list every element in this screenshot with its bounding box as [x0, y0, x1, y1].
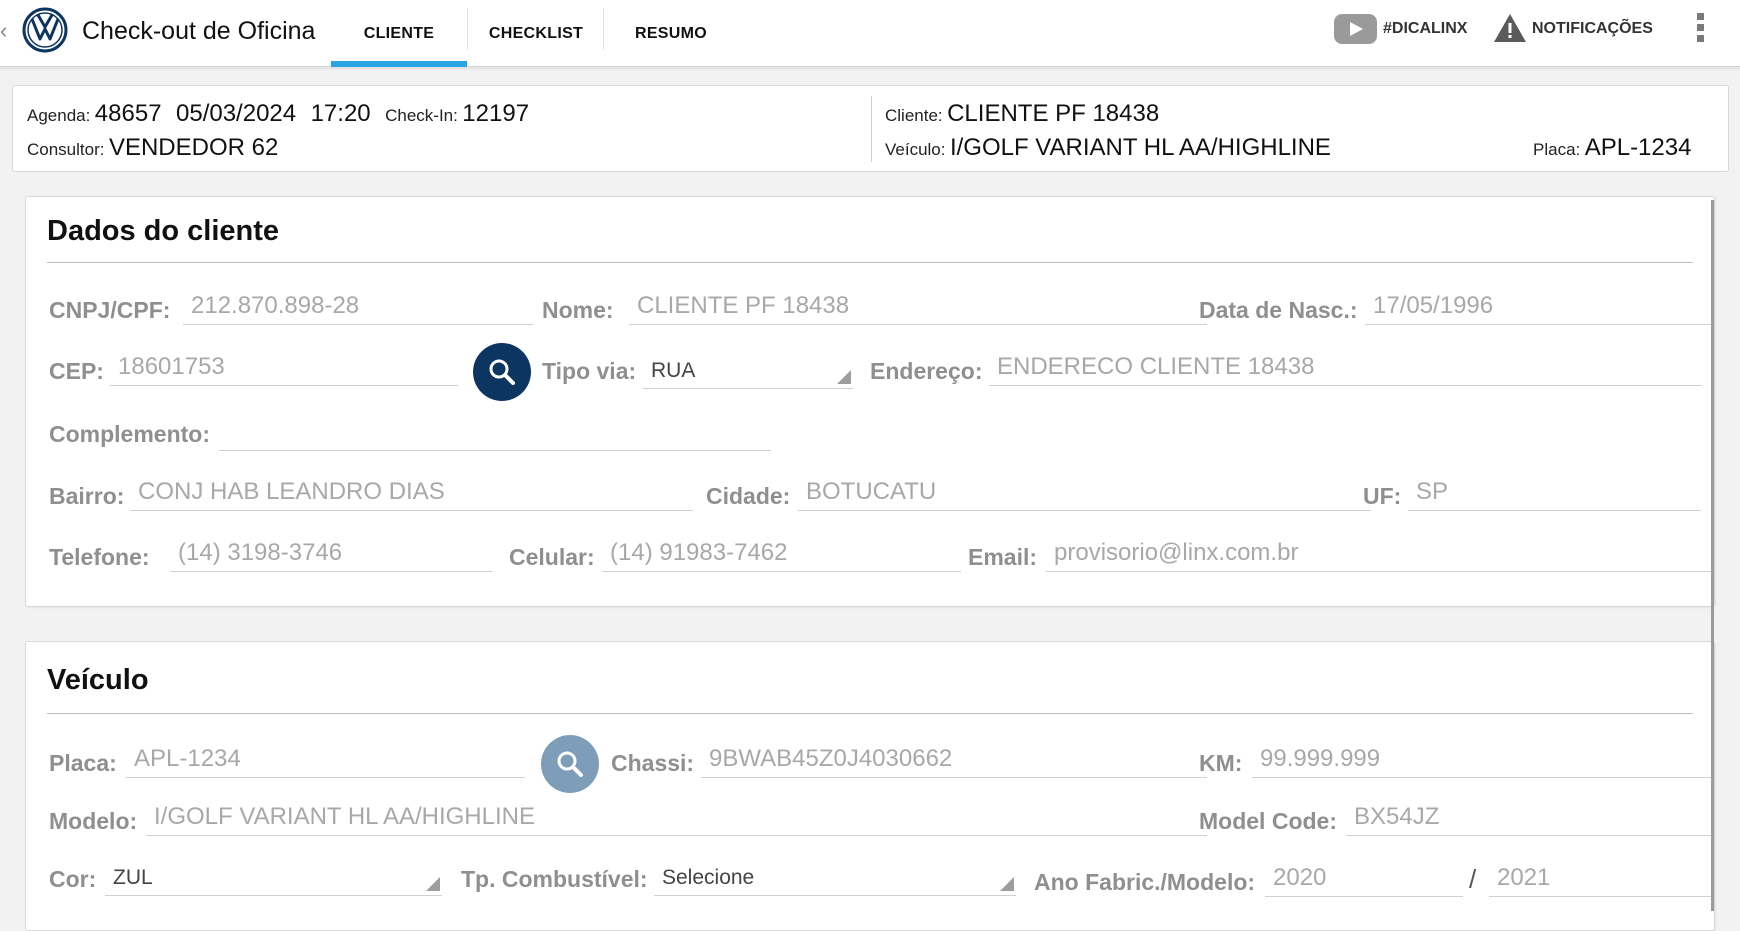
cep-search-button[interactable]	[473, 343, 531, 401]
service-summary: Agenda: 48657 05/03/2024 17:20 Check-In:…	[12, 85, 1729, 172]
cep-label: CEP:	[49, 358, 104, 384]
placa-search-button[interactable]	[541, 735, 599, 793]
cliente-line: Cliente: CLIENTE PF 18438	[885, 100, 1159, 128]
cliente-label: Cliente:	[885, 106, 943, 125]
ano-label: Ano Fabric./Modelo:	[1034, 869, 1256, 895]
cnpj-label: CNPJ/CPF:	[49, 297, 171, 323]
combustivel-label: Tp. Combustível:	[461, 866, 648, 892]
cliente-card: Dados do cliente CNPJ/CPF: 212.870.898-2…	[25, 196, 1715, 607]
uf-field[interactable]: SP	[1408, 475, 1701, 511]
search-icon	[489, 359, 515, 385]
app-title: Check-out de Oficina	[82, 17, 316, 45]
scrollbar[interactable]	[1711, 200, 1714, 911]
celular-field[interactable]: (14) 91983-7462	[602, 536, 961, 572]
placa-label: Placa:	[1533, 140, 1581, 159]
veiculo-value: I/GOLF VARIANT HL AA/HIGHLINE	[949, 134, 1331, 161]
consultor-value: VENDEDOR 62	[108, 134, 279, 161]
email-label: Email:	[968, 544, 1038, 570]
email-field[interactable]: provisorio@linx.com.br	[1046, 536, 1712, 572]
agenda-number: 48657	[94, 100, 162, 127]
agenda-date: 05/03/2024	[176, 100, 297, 127]
endereco-field[interactable]: ENDERECO CLIENTE 18438	[989, 350, 1702, 386]
checkin-value: 12197	[462, 100, 530, 127]
agenda-label: Agenda:	[27, 106, 91, 125]
tab-resumo[interactable]: RESUMO	[604, 0, 738, 67]
agenda-time: 17:20	[310, 100, 371, 127]
modelo-field[interactable]: I/GOLF VARIANT HL AA/HIGHLINE	[146, 800, 1207, 836]
nasc-label: Data de Nasc.:	[1199, 297, 1358, 323]
cliente-card-title: Dados do cliente	[47, 215, 280, 247]
cidade-label: Cidade:	[706, 483, 791, 509]
summary-divider	[871, 96, 872, 162]
veiculo-placa-field[interactable]: APL-1234	[126, 742, 525, 778]
veiculo-label: Veículo:	[885, 140, 946, 159]
cor-label: Cor:	[49, 866, 97, 892]
cor-select[interactable]: ZUL	[105, 860, 442, 896]
veiculo-card-title: Veículo	[47, 664, 149, 696]
cliente-value: CLIENTE PF 18438	[947, 100, 1160, 127]
cnpj-field[interactable]: 212.870.898-28	[183, 289, 533, 325]
kebab-menu-icon[interactable]	[1696, 13, 1706, 45]
nome-label: Nome:	[542, 297, 614, 323]
veiculo-line: Veículo: I/GOLF VARIANT HL AA/HIGHLINE	[885, 134, 1331, 162]
combustivel-select[interactable]: Selecione	[654, 860, 1016, 896]
warning-triangle-icon[interactable]	[1492, 12, 1528, 44]
ano-separator: /	[1469, 864, 1477, 894]
veiculo-card: Veículo Placa: APL-1234 Chassi: 9BWAB45Z…	[25, 641, 1715, 931]
cep-field[interactable]: 18601753	[110, 350, 458, 386]
nasc-field[interactable]: 17/05/1996	[1365, 289, 1712, 325]
consultor-label: Consultor:	[27, 140, 105, 159]
telefone-label: Telefone:	[49, 544, 150, 570]
search-icon	[557, 751, 583, 777]
complemento-label: Complemento:	[49, 421, 210, 447]
bairro-label: Bairro:	[49, 483, 125, 509]
endereco-label: Endereço:	[870, 358, 983, 384]
bairro-field[interactable]: CONJ HAB LEANDRO DIAS	[130, 475, 693, 511]
chassi-field[interactable]: 9BWAB45Z0J4030662	[701, 742, 1207, 778]
consultor-line: Consultor: VENDEDOR 62	[27, 134, 278, 162]
ano-modelo-field[interactable]: 2021	[1489, 861, 1712, 897]
agenda-line: Agenda: 48657 05/03/2024 17:20 Check-In:…	[27, 100, 529, 128]
checkin-label: Check-In:	[385, 106, 458, 125]
cidade-field[interactable]: BOTUCATU	[798, 475, 1371, 511]
dicalinx-link[interactable]: #DICALINX	[1383, 20, 1467, 38]
title-rule	[47, 713, 1693, 714]
nome-field[interactable]: CLIENTE PF 18438	[629, 289, 1207, 325]
vw-logo-icon	[22, 7, 68, 53]
title-rule	[47, 262, 1693, 263]
celular-label: Celular:	[509, 544, 595, 570]
model-code-field[interactable]: BX54JZ	[1346, 800, 1712, 836]
model-code-label: Model Code:	[1199, 808, 1337, 834]
tipo-via-label: Tipo via:	[542, 358, 637, 384]
tipo-via-select[interactable]: RUA	[643, 353, 853, 389]
km-label: KM:	[1199, 750, 1243, 776]
notifications-link[interactable]: NOTIFICAÇÕES	[1532, 20, 1653, 38]
complemento-field[interactable]	[219, 415, 771, 451]
placa-value: APL-1234	[1584, 134, 1692, 161]
placa-line: Placa: APL-1234	[1533, 134, 1691, 162]
back-chevron-icon[interactable]: ‹	[0, 18, 12, 43]
ano-fabric-field[interactable]: 2020	[1265, 861, 1463, 897]
youtube-play-icon[interactable]	[1334, 14, 1377, 44]
modelo-label: Modelo:	[49, 808, 138, 834]
km-field[interactable]: 99.999.999	[1252, 742, 1712, 778]
tab-cliente[interactable]: CLIENTE	[331, 0, 467, 67]
chassi-label: Chassi:	[611, 750, 695, 776]
uf-label: UF:	[1363, 483, 1402, 509]
veiculo-placa-label: Placa:	[49, 750, 117, 776]
telefone-field[interactable]: (14) 3198-3746	[170, 536, 492, 572]
top-bar: ‹ Check-out de Oficina CLIENTE CHECKLIST…	[0, 0, 1740, 67]
tab-checklist[interactable]: CHECKLIST	[468, 0, 604, 67]
